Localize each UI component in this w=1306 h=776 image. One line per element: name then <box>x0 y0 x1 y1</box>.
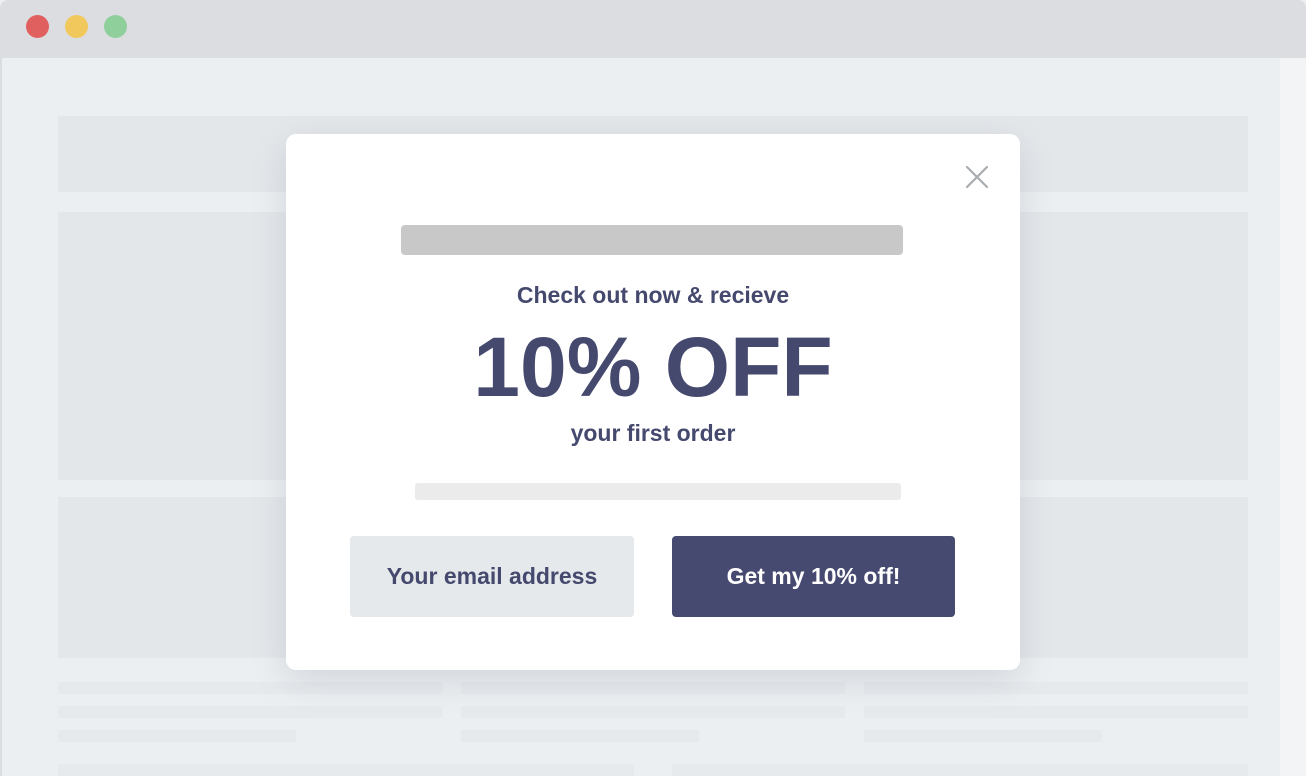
window-close-control[interactable] <box>26 15 49 38</box>
close-icon <box>965 165 989 189</box>
placeholder-logo-bar <box>401 225 903 255</box>
placeholder-text-line <box>864 706 1248 718</box>
window-right-edge <box>1280 58 1306 776</box>
window-maximize-control[interactable] <box>104 15 127 38</box>
placeholder-text-line <box>58 730 296 742</box>
placeholder-text-line <box>672 764 1248 776</box>
window-minimize-control[interactable] <box>65 15 88 38</box>
window-left-edge <box>0 58 2 776</box>
placeholder-divider-bar <box>415 483 901 500</box>
placeholder-text-line <box>461 730 699 742</box>
get-discount-button[interactable]: Get my 10% off! <box>672 536 955 617</box>
window-titlebar <box>0 0 1306 58</box>
popup-headline: 10% OFF <box>473 320 833 414</box>
placeholder-text-line <box>864 682 1248 694</box>
placeholder-text-line <box>58 706 442 718</box>
placeholder-text-line <box>461 682 845 694</box>
placeholder-text-line <box>58 764 634 776</box>
email-input[interactable]: Your email address <box>350 536 634 617</box>
popup-subline: your first order <box>570 420 736 446</box>
close-button[interactable] <box>964 164 990 190</box>
placeholder-text-line <box>461 706 845 718</box>
placeholder-text-line <box>864 730 1102 742</box>
placeholder-text-line <box>58 682 442 694</box>
browser-window: Check out now & recieve 10% OFF your fir… <box>0 0 1306 776</box>
discount-popup: Check out now & recieve 10% OFF your fir… <box>286 134 1020 670</box>
popup-eyebrow-text: Check out now & recieve <box>516 282 790 308</box>
